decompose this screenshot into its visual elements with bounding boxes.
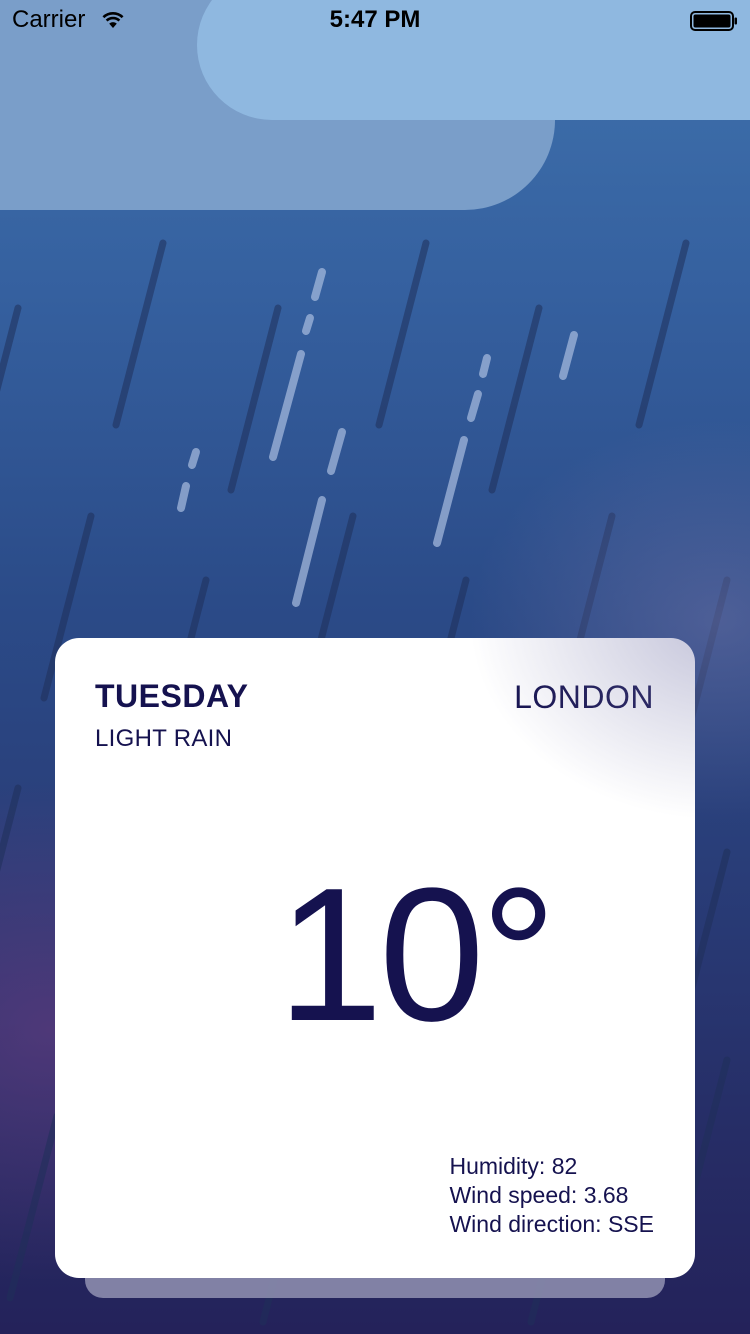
humidity-value: 82 (551, 1153, 578, 1179)
wind-direction-value: SSE (607, 1211, 654, 1237)
rain-drop-light (559, 331, 578, 380)
rain-drop-light (302, 314, 314, 335)
weather-card[interactable]: TUESDAY LIGHT RAIN LONDON 10° Humidity: … (55, 638, 695, 1278)
weather-screen: Carrier 5:47 PM TUESDAY LIGHT RAIN LONDO… (0, 0, 750, 1334)
rain-streak (676, 576, 731, 766)
day-label: TUESDAY (95, 678, 249, 714)
rain-streak (375, 239, 430, 429)
humidity-label: Humidity: (449, 1153, 546, 1179)
wind-direction-row: Wind direction: SSE (449, 1210, 654, 1239)
weather-details: Humidity: 82 Wind speed: 3.68 Wind direc… (449, 1152, 654, 1239)
status-time: 5:47 PM (329, 6, 421, 33)
rain-streak (561, 512, 616, 702)
rain-drop-light (433, 436, 468, 547)
rain-drop-light (467, 390, 482, 422)
rain-streak (0, 784, 22, 872)
rain-drop-light (479, 354, 491, 378)
rain-drop-light (177, 482, 190, 512)
wind-speed-value: 3.68 (583, 1182, 629, 1208)
rain-streak (488, 304, 543, 494)
wind-direction-label: Wind direction: (449, 1211, 602, 1237)
rain-drop-light (311, 268, 326, 301)
wind-speed-label: Wind speed: (449, 1182, 578, 1208)
rain-drop-light (292, 496, 326, 607)
rain-drop-light (269, 350, 305, 461)
rain-streak (112, 239, 167, 429)
wind-speed-row: Wind speed: 3.68 (449, 1181, 654, 1210)
battery-icon (690, 11, 737, 31)
status-bar: Carrier 5:47 PM (0, 0, 750, 40)
city-label: LONDON (514, 679, 654, 715)
rain-streak (0, 304, 22, 392)
rain-streak (635, 239, 690, 429)
rain-streak (227, 304, 282, 494)
temperature-display: 10° (277, 849, 556, 1061)
condition-label: LIGHT RAIN (95, 725, 233, 752)
rain-drop-light (188, 448, 200, 469)
humidity-row: Humidity: 82 (449, 1152, 654, 1181)
rain-streak (6, 1112, 61, 1302)
rain-drop-light (327, 428, 346, 475)
